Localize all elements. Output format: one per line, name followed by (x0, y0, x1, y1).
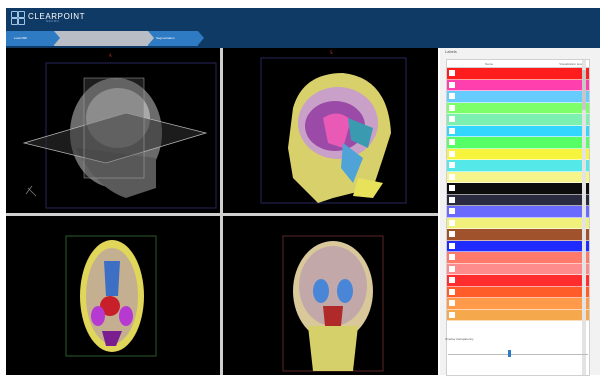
label-row[interactable] (447, 102, 589, 114)
label-row[interactable] (447, 217, 589, 229)
label-row[interactable] (447, 79, 589, 91)
step-3[interactable] (100, 31, 154, 46)
labels-scroll-thumb[interactable] (582, 70, 586, 110)
label-visibility-checkbox[interactable] (449, 196, 455, 203)
labels-panel-title: Labels (445, 49, 457, 54)
label-visibility-checkbox[interactable] (449, 185, 455, 192)
label-row[interactable] (447, 68, 589, 80)
label-row[interactable] (447, 252, 589, 264)
label-visibility-checkbox[interactable] (449, 139, 455, 146)
label-visibility-checkbox[interactable] (449, 81, 455, 88)
label-visibility-checkbox[interactable] (449, 288, 455, 295)
label-row[interactable] (447, 194, 589, 206)
clearpoint-logo-icon (11, 11, 25, 25)
column-visualization-level: Visualization level (559, 61, 583, 66)
label-visibility-checkbox[interactable] (449, 242, 455, 249)
view-3d[interactable]: A (6, 48, 220, 213)
mri-viewer[interactable]: A S (6, 48, 438, 375)
label-visibility-checkbox[interactable] (449, 70, 455, 77)
label-visibility-checkbox[interactable] (449, 93, 455, 100)
step-segmentation[interactable]: Segmentation (148, 31, 204, 46)
label-row[interactable] (447, 91, 589, 103)
labels-scrollbar[interactable] (582, 60, 586, 375)
label-visibility-checkbox[interactable] (449, 208, 455, 215)
app-logo: CLEARPOINT NEURO (11, 11, 85, 25)
label-row[interactable] (447, 114, 589, 126)
label-row[interactable] (447, 125, 589, 137)
viewer-divider-horizontal[interactable] (6, 213, 438, 216)
label-row[interactable] (447, 148, 589, 160)
labels-table: Name Visualization level (446, 59, 590, 376)
label-visibility-checkbox[interactable] (449, 150, 455, 157)
label-visibility-checkbox[interactable] (449, 104, 455, 111)
view-coronal[interactable] (223, 216, 438, 375)
label-visibility-checkbox[interactable] (449, 265, 455, 272)
svg-text:S: S (330, 50, 333, 55)
label-visibility-checkbox[interactable] (449, 116, 455, 123)
svg-text:A: A (109, 53, 112, 58)
label-visibility-checkbox[interactable] (449, 231, 455, 238)
overlay-transparency-slider[interactable] (448, 354, 588, 355)
label-visibility-checkbox[interactable] (449, 173, 455, 180)
label-row[interactable] (447, 183, 589, 195)
label-visibility-checkbox[interactable] (449, 300, 455, 307)
labels-table-header: Name Visualization level (447, 60, 589, 68)
view-axial[interactable] (6, 216, 220, 375)
step-2[interactable] (54, 31, 106, 46)
overlay-transparency-label: Overlay transparency (445, 337, 474, 341)
label-visibility-checkbox[interactable] (449, 277, 455, 284)
column-name: Name (485, 61, 494, 66)
label-row[interactable] (447, 263, 589, 275)
label-visibility-checkbox[interactable] (449, 127, 455, 134)
label-row[interactable] (447, 298, 589, 310)
app-header: CLEARPOINT NEURO Load MRI Segmentation (6, 8, 600, 48)
label-row[interactable] (447, 240, 589, 252)
label-row[interactable] (447, 171, 589, 183)
label-row[interactable] (447, 206, 589, 218)
view-sagittal[interactable]: S (223, 48, 438, 213)
viewer-divider-vertical[interactable] (220, 48, 223, 375)
label-visibility-checkbox[interactable] (449, 219, 455, 226)
label-row[interactable] (447, 275, 589, 287)
labels-rows (447, 68, 589, 321)
workflow-steps: Load MRI Segmentation (6, 31, 204, 46)
label-row[interactable] (447, 309, 589, 321)
overlay-transparency-slider-knob[interactable] (508, 350, 511, 357)
step-load-mri[interactable]: Load MRI (6, 31, 60, 46)
label-row[interactable] (447, 286, 589, 298)
labels-panel: Labels Name Visualization level Overlay … (440, 48, 600, 376)
label-visibility-checkbox[interactable] (449, 311, 455, 318)
label-row[interactable] (447, 160, 589, 172)
label-row[interactable] (447, 137, 589, 149)
label-row[interactable] (447, 229, 589, 241)
label-visibility-checkbox[interactable] (449, 254, 455, 261)
label-visibility-checkbox[interactable] (449, 162, 455, 169)
